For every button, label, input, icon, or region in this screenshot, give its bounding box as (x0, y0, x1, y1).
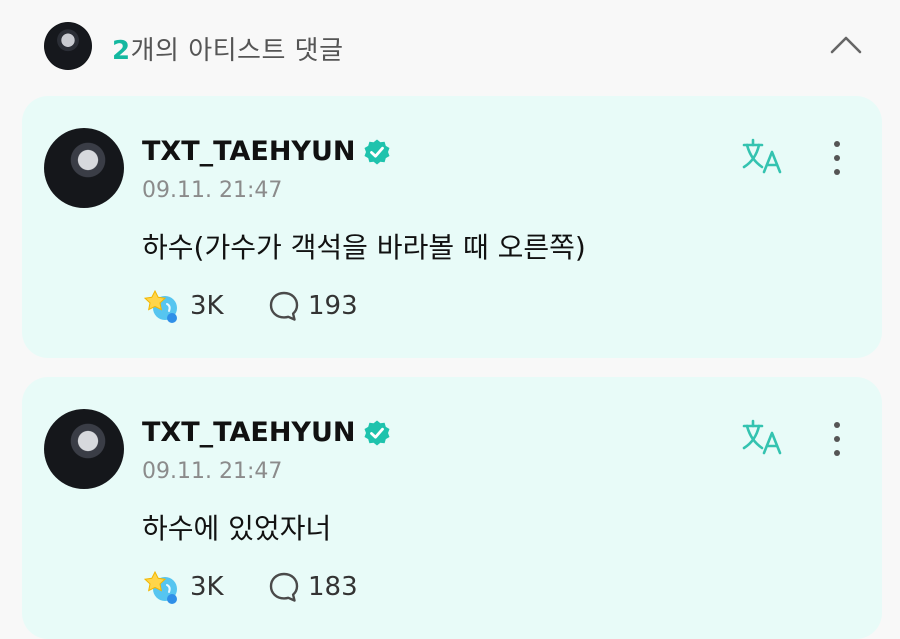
comment-text: 하수(가수가 객석을 바라볼 때 오른쪽) (142, 231, 586, 264)
chevron-up-icon[interactable] (826, 28, 866, 60)
cheer-icon[interactable] (142, 286, 182, 326)
comment-meta: 3K 193 (142, 286, 358, 326)
translate-icon[interactable] (740, 136, 788, 178)
cheer-icon[interactable] (142, 567, 182, 607)
comment-card: TXT_TAEHYUN 09.11. 21:47 하수에 있었자너 3K 183 (22, 377, 882, 639)
verified-badge-icon (364, 420, 390, 445)
reply-count: 193 (308, 291, 358, 321)
comment-meta: 3K 183 (142, 567, 358, 607)
comment-card: TXT_TAEHYUN 09.11. 21:47 하수(가수가 객석을 바라볼 … (22, 96, 882, 358)
translate-icon[interactable] (740, 417, 788, 459)
cheer-count: 3K (190, 291, 224, 321)
artist-comments-header[interactable]: 2개의 아티스트 댓글 (0, 0, 900, 92)
artist-comments-title: 2개의 아티스트 댓글 (112, 30, 343, 67)
comment-time: 09.11. 21:47 (142, 459, 283, 484)
reply-count: 183 (308, 572, 358, 602)
author-name-text: TXT_TAEHYUN (142, 136, 356, 167)
cheer-count: 3K (190, 572, 224, 602)
author-avatar[interactable] (44, 128, 124, 208)
more-vertical-icon[interactable] (828, 419, 846, 459)
comment-text: 하수에 있었자너 (142, 512, 332, 545)
artist-comments-label: 개의 아티스트 댓글 (130, 36, 344, 66)
comment-icon[interactable] (268, 571, 300, 603)
author-name-text: TXT_TAEHYUN (142, 417, 356, 448)
more-vertical-icon[interactable] (828, 138, 846, 178)
artist-avatar (44, 22, 92, 70)
comment-time: 09.11. 21:47 (142, 178, 283, 203)
author-avatar[interactable] (44, 409, 124, 489)
verified-badge-icon (364, 139, 390, 164)
comment-icon[interactable] (268, 290, 300, 322)
author-name[interactable]: TXT_TAEHYUN (142, 136, 391, 167)
artist-comment-count: 2 (112, 36, 131, 66)
author-name[interactable]: TXT_TAEHYUN (142, 417, 391, 448)
